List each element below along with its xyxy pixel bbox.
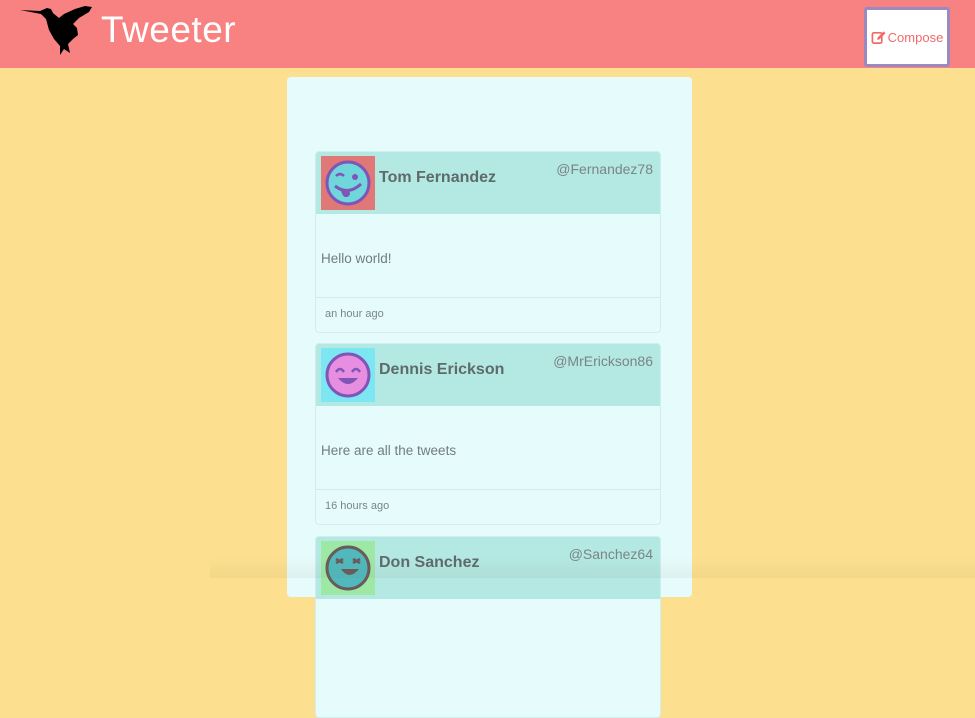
tweet-timestamp: an hour ago: [325, 308, 384, 320]
tweets-container: Tom Fernandez @Fernandez78 Hello world! …: [287, 77, 692, 718]
author-name[interactable]: Dennis Erickson: [379, 361, 504, 379]
author-name[interactable]: Tom Fernandez: [379, 169, 496, 187]
edit-icon: [871, 30, 886, 44]
tweet-header: Dennis Erickson @MrErickson86: [316, 344, 660, 406]
tweet-header: Don Sanchez @Sanchez64: [316, 537, 660, 599]
hummingbird-icon: [20, 6, 92, 55]
brand-title[interactable]: Tweeter: [101, 9, 236, 51]
laughing-face-icon: [325, 545, 371, 591]
tongue-out-face-icon: [325, 160, 371, 206]
tweet-content: Here are all the tweets: [321, 443, 457, 458]
compose-button[interactable]: Compose: [864, 7, 950, 67]
author-handle[interactable]: @Sanchez64: [569, 546, 653, 562]
tweet-card: Dennis Erickson @MrErickson86 Here are a…: [315, 343, 661, 525]
avatar[interactable]: [321, 348, 375, 402]
tweet-divider: [316, 297, 660, 298]
author-name[interactable]: Don Sanchez: [379, 554, 479, 572]
tweet-divider: [316, 489, 660, 490]
author-handle[interactable]: @MrErickson86: [553, 353, 653, 369]
avatar[interactable]: [321, 156, 375, 210]
smiling-face-icon: [325, 352, 371, 398]
tweet-content: Hello world!: [321, 251, 392, 266]
tweet-timestamp: 16 hours ago: [325, 500, 390, 512]
compose-label: Compose: [887, 29, 944, 45]
tweet-card: Don Sanchez @Sanchez64: [315, 536, 661, 718]
avatar[interactable]: [321, 541, 375, 595]
author-handle[interactable]: @Fernandez78: [556, 161, 653, 177]
tweet-header: Tom Fernandez @Fernandez78: [316, 152, 660, 214]
tweet-card: Tom Fernandez @Fernandez78 Hello world! …: [315, 151, 661, 333]
top-nav: Tweeter Compose: [0, 0, 975, 68]
